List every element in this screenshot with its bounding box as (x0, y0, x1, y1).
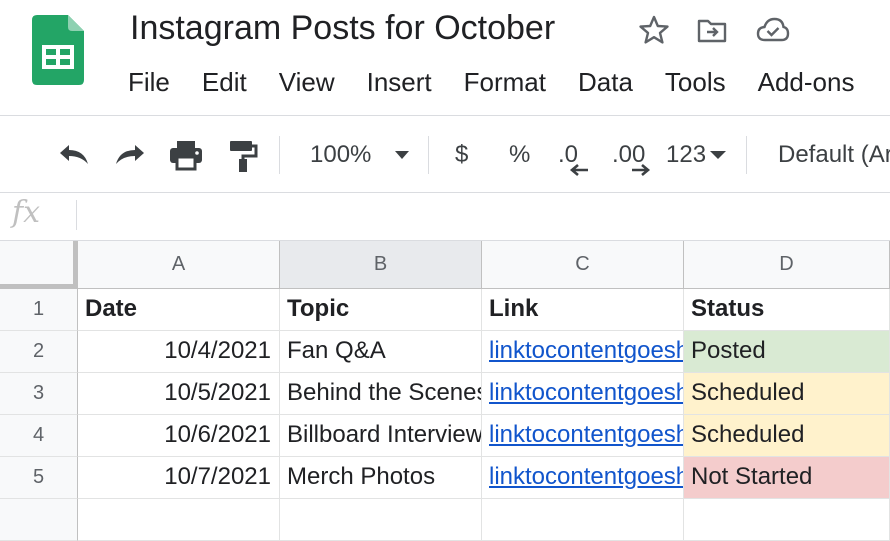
cell-a4[interactable]: 10/6/2021 (78, 415, 280, 457)
spreadsheet-grid: A B C D 1 Date Topic Link Status 2 10/4/… (0, 241, 890, 541)
menu-data[interactable]: Data (578, 66, 633, 98)
menu-bar: File Edit View Insert Format Data Tools … (128, 66, 854, 98)
cell-a3[interactable]: 10/5/2021 (78, 373, 280, 415)
menu-view[interactable]: View (279, 66, 335, 98)
cell-d4-status[interactable]: Scheduled (684, 415, 890, 457)
toolbar-divider (428, 136, 429, 174)
cell-b4[interactable]: Billboard Interview (280, 415, 482, 457)
cell-d5-status[interactable]: Not Started (684, 457, 890, 499)
print-icon[interactable] (168, 138, 204, 172)
menu-tools[interactable]: Tools (665, 66, 726, 98)
fx-label: fx (12, 195, 41, 230)
column-header-b[interactable]: B (280, 241, 482, 289)
cell-empty[interactable] (78, 499, 280, 541)
percent-format-button[interactable]: % (509, 138, 530, 172)
menu-edit[interactable]: Edit (202, 66, 247, 98)
google-sheets-logo[interactable] (32, 15, 84, 85)
cell-b2[interactable]: Fan Q&A (280, 331, 482, 373)
sheets-logo-icon (32, 15, 84, 85)
font-family-select[interactable]: Default (Ar (778, 138, 890, 172)
row-header[interactable]: 1 (0, 289, 78, 331)
row-header[interactable]: 3 (0, 373, 78, 415)
menu-format[interactable]: Format (464, 66, 546, 98)
cell-b5[interactable]: Merch Photos (280, 457, 482, 499)
cell-a1[interactable]: Date (78, 289, 280, 331)
formula-bar: fx (0, 193, 890, 241)
row-header-partial[interactable] (0, 499, 78, 541)
column-header-d[interactable]: D (684, 241, 890, 289)
currency-format-button[interactable]: $ (455, 138, 468, 172)
decrease-decimal-button[interactable]: .0 (558, 138, 588, 176)
toolbar: 100% $ % .0 .00 123 Default (Ar (0, 115, 890, 193)
cell-c1[interactable]: Link (482, 289, 684, 331)
redo-icon[interactable] (112, 140, 148, 174)
cell-b3[interactable]: Behind the Scenes (280, 373, 482, 415)
cell-c4-link[interactable]: linktocontentgoeshere (482, 415, 684, 457)
cell-empty[interactable] (280, 499, 482, 541)
column-header-a[interactable]: A (78, 241, 280, 289)
cell-c3-link[interactable]: linktocontentgoeshere (482, 373, 684, 415)
star-icon[interactable] (638, 14, 670, 46)
cell-a5[interactable]: 10/7/2021 (78, 457, 280, 499)
arrow-right-icon (632, 164, 651, 176)
zoom-select[interactable]: 100% (310, 138, 371, 172)
more-formats-button[interactable]: 123 (666, 138, 706, 172)
zoom-value: 100% (310, 141, 372, 168)
formula-bar-divider (76, 200, 77, 230)
menu-insert[interactable]: Insert (367, 66, 432, 98)
cell-empty[interactable] (684, 499, 890, 541)
cell-d2-status[interactable]: Posted (684, 331, 890, 373)
menu-add-ons[interactable]: Add-ons (758, 66, 855, 98)
row-header[interactable]: 2 (0, 331, 78, 373)
formula-input[interactable] (86, 193, 886, 239)
document-title[interactable]: Instagram Posts for October (130, 8, 555, 48)
row-header[interactable]: 5 (0, 457, 78, 499)
row-header[interactable]: 4 (0, 415, 78, 457)
cell-c2-link[interactable]: linktocontentgoeshere (482, 331, 684, 373)
increase-decimal-button[interactable]: .00 (612, 138, 651, 176)
toolbar-divider (279, 136, 280, 174)
cell-b1[interactable]: Topic (280, 289, 482, 331)
more-formats-label: 123 (666, 141, 707, 168)
cell-a2[interactable]: 10/4/2021 (78, 331, 280, 373)
select-all-corner[interactable] (0, 241, 78, 289)
menu-file[interactable]: File (128, 66, 170, 98)
undo-icon[interactable] (56, 140, 92, 174)
toolbar-divider (746, 136, 747, 174)
more-formats-dropdown-icon[interactable] (708, 140, 728, 174)
cloud-saved-icon[interactable] (756, 14, 790, 46)
paint-format-icon[interactable] (228, 138, 258, 172)
move-to-folder-icon[interactable] (696, 14, 728, 46)
arrow-left-icon (569, 164, 588, 176)
cell-d1[interactable]: Status (684, 289, 890, 331)
cell-d3-status[interactable]: Scheduled (684, 373, 890, 415)
zoom-dropdown-icon[interactable] (393, 140, 411, 174)
cell-c5-link[interactable]: linktocontentgoeshere (482, 457, 684, 499)
cell-empty[interactable] (482, 499, 684, 541)
column-header-c[interactable]: C (482, 241, 684, 289)
